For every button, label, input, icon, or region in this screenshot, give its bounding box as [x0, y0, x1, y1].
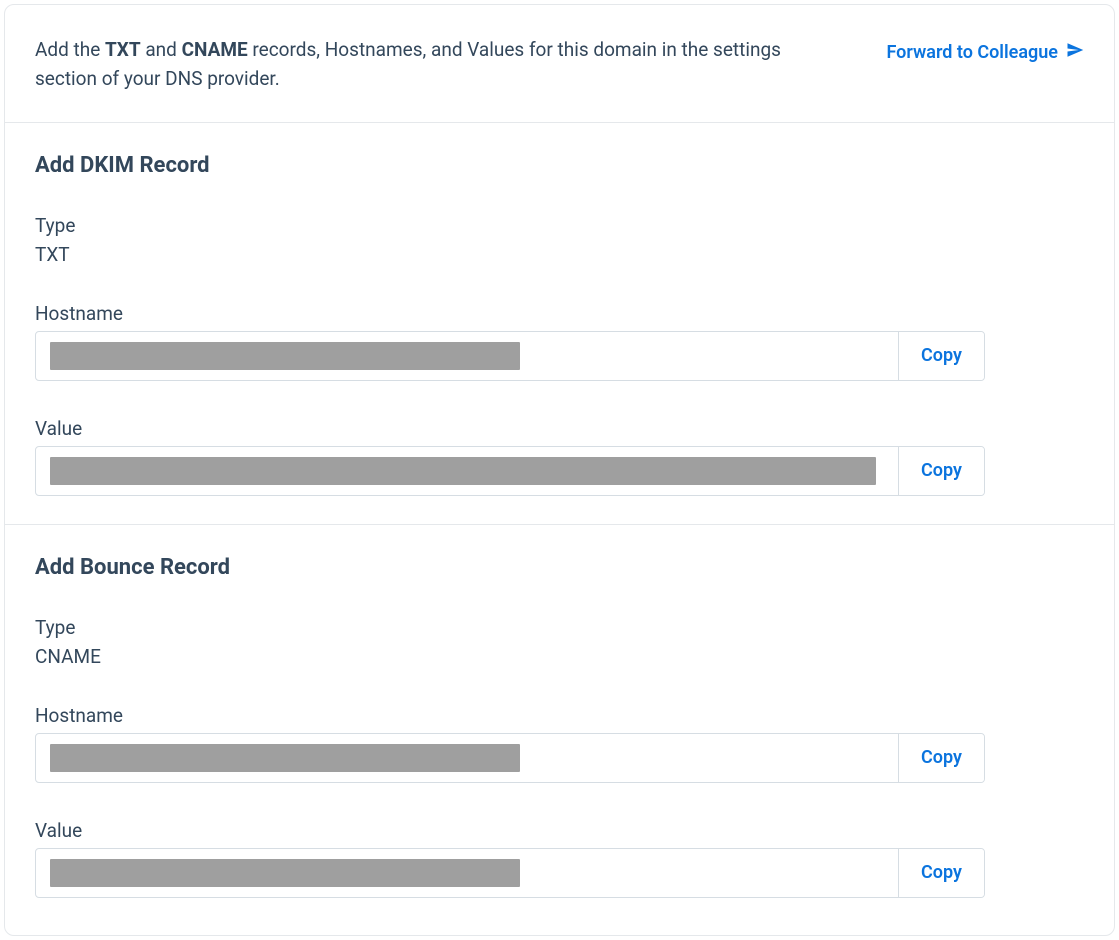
bounce-hostname-value[interactable] — [36, 734, 898, 782]
forward-to-colleague-link[interactable]: Forward to Colleague — [886, 41, 1084, 64]
dkim-hostname-row: Copy — [35, 331, 985, 381]
bounce-type-label: Type — [35, 616, 1084, 639]
bounce-value-value[interactable] — [36, 849, 898, 897]
dkim-value-copy-button[interactable]: Copy — [898, 447, 984, 495]
redacted-block — [50, 859, 520, 887]
bounce-hostname-row: Copy — [35, 733, 985, 783]
dkim-value-label: Value — [35, 417, 1084, 440]
dkim-hostname-label: Hostname — [35, 302, 1084, 325]
bounce-title: Add Bounce Record — [35, 555, 1084, 580]
dns-records-card: Add the TXT and CNAME records, Hostnames… — [4, 4, 1115, 936]
instruction-text: Add the TXT and CNAME records, Hostnames… — [35, 35, 795, 94]
header-row: Add the TXT and CNAME records, Hostnames… — [5, 5, 1114, 123]
dkim-hostname-copy-button[interactable]: Copy — [898, 332, 984, 380]
bounce-type-value: CNAME — [35, 645, 1084, 668]
instruction-bold-txt: TXT — [105, 38, 141, 61]
bounce-hostname-label: Hostname — [35, 704, 1084, 727]
dkim-type-value: TXT — [35, 243, 1084, 266]
bounce-value-copy-button[interactable]: Copy — [898, 849, 984, 897]
dkim-value-row: Copy — [35, 446, 985, 496]
instruction-mid: and — [141, 38, 182, 61]
send-icon — [1066, 41, 1084, 64]
dkim-hostname-value[interactable] — [36, 332, 898, 380]
forward-label: Forward to Colleague — [886, 42, 1058, 63]
dkim-section: Add DKIM Record Type TXT Hostname Copy V… — [5, 123, 1114, 524]
dkim-type-label: Type — [35, 214, 1084, 237]
bounce-value-label: Value — [35, 819, 1084, 842]
dkim-value-value[interactable] — [36, 447, 898, 495]
instruction-pre: Add the — [35, 38, 105, 61]
bounce-hostname-copy-button[interactable]: Copy — [898, 734, 984, 782]
bounce-section: Add Bounce Record Type CNAME Hostname Co… — [5, 524, 1114, 926]
redacted-block — [50, 457, 876, 485]
dkim-title: Add DKIM Record — [35, 153, 1084, 178]
bounce-value-row: Copy — [35, 848, 985, 898]
redacted-block — [50, 342, 520, 370]
instruction-bold-cname: CNAME — [182, 38, 248, 61]
redacted-block — [50, 744, 520, 772]
